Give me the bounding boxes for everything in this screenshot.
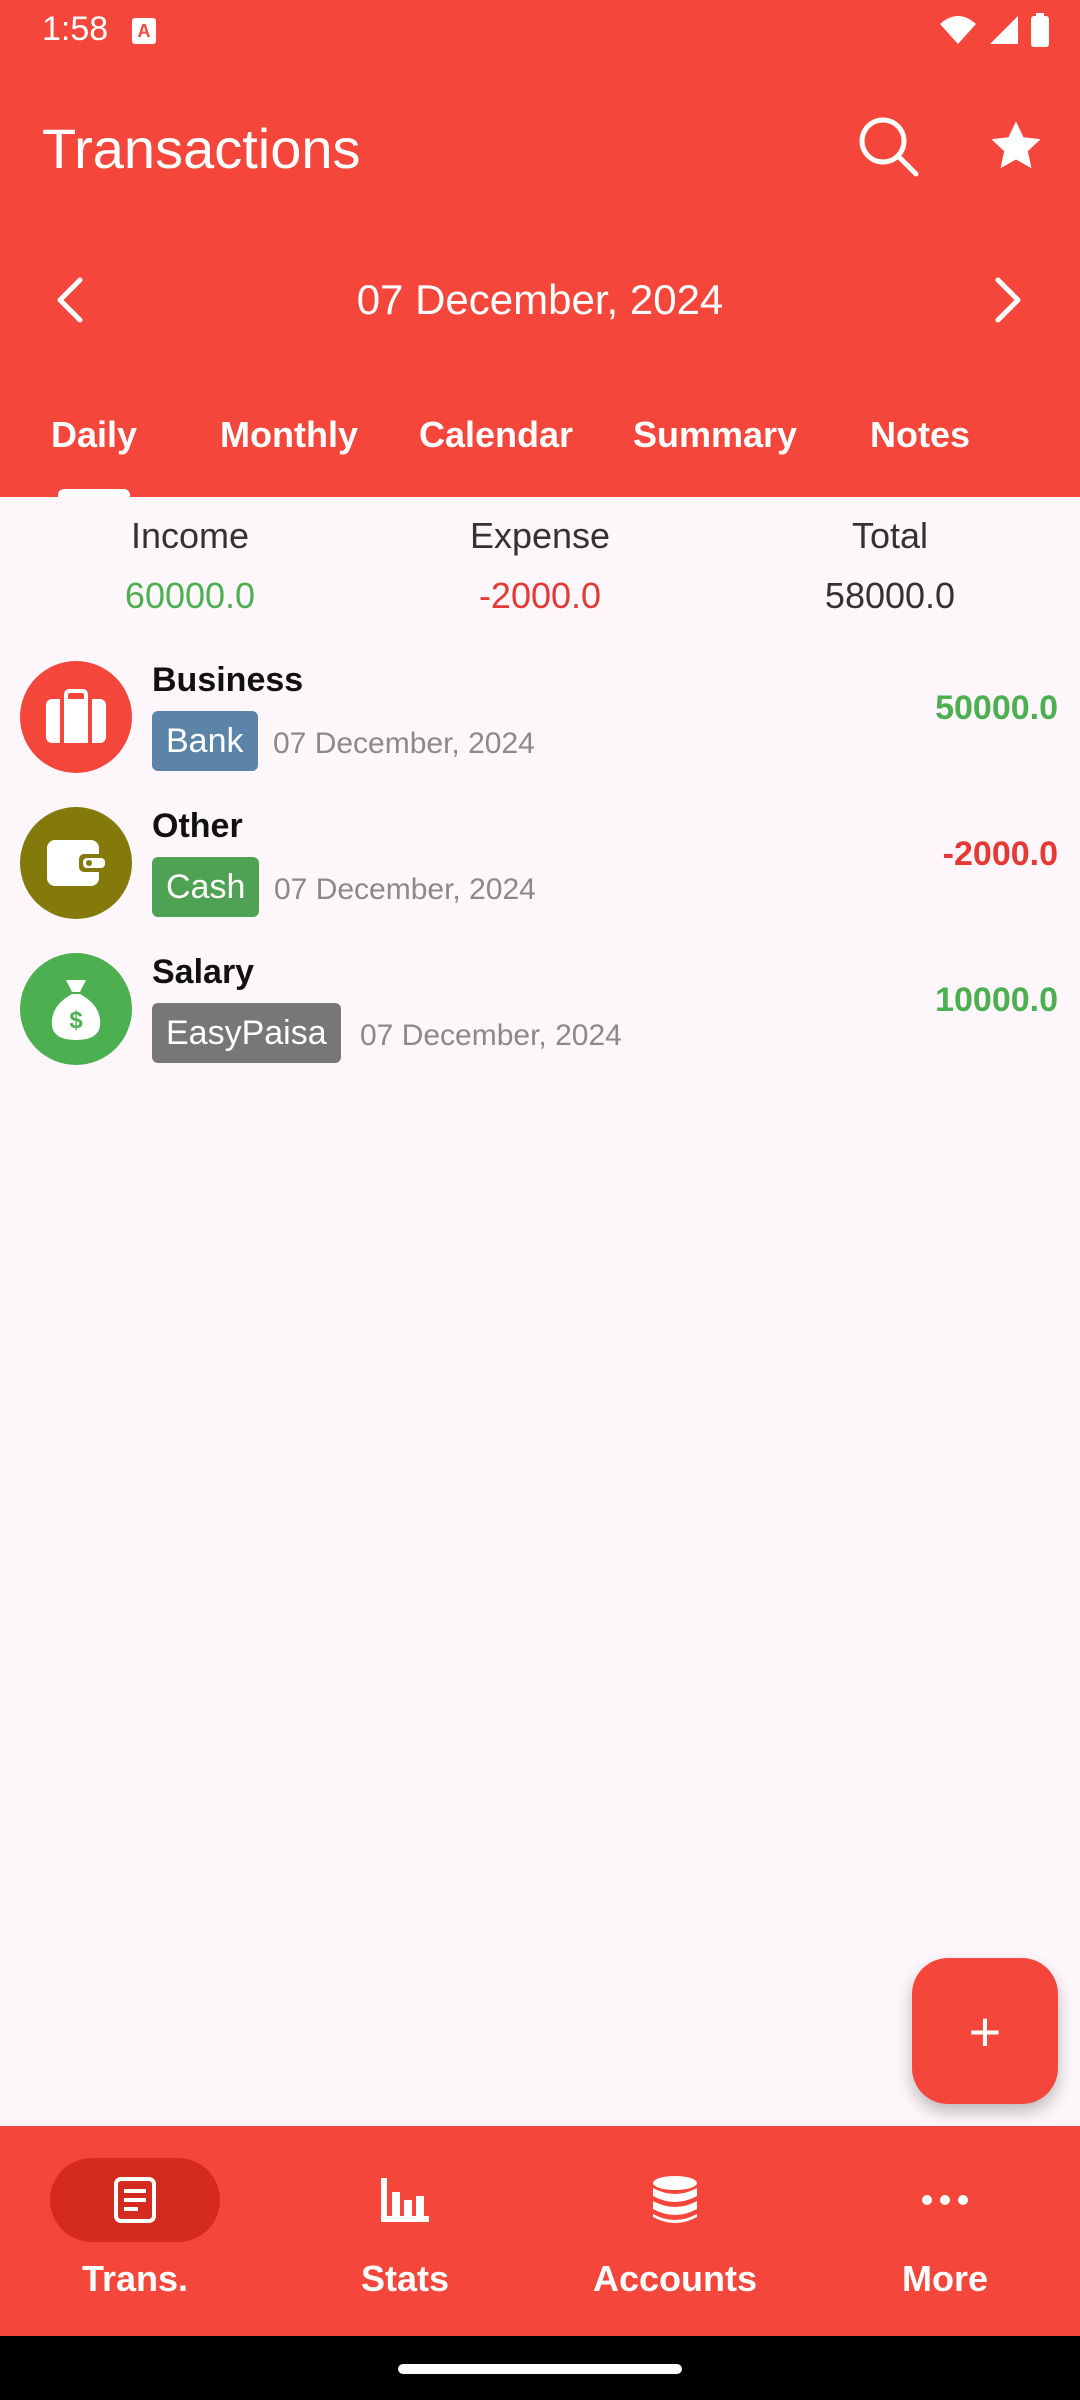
plus-icon: + [968,1999,1002,2063]
battery-icon [1031,13,1049,47]
chevron-right-icon [995,277,1021,323]
transaction-category: Salary [152,953,255,991]
transaction-amount: 50000.0 [935,689,1058,727]
account-chip: Bank [152,711,258,771]
chevron-left-icon [57,277,83,323]
tab-monthly[interactable]: Monthly [196,400,382,497]
svg-text:$: $ [69,1007,83,1034]
status-time: 1:58 [42,10,109,48]
daily-summary: Income 60000.0 Expense -2000.0 Total 580… [0,497,1080,637]
category-avatar [20,807,132,919]
transaction-date: 07 December, 2024 [360,1019,622,1052]
signal-icon [990,16,1018,44]
transaction-category: Business [152,661,304,699]
tab-indicator [58,489,130,497]
total-value: 58000.0 [824,575,956,616]
expense-label: Expense [469,515,611,556]
transaction-row[interactable]: $ Salary EasyPaisa 07 December, 2024 100… [0,937,1080,1083]
total-summary: Total 58000.0 [740,515,1040,617]
tab-label: Notes [869,414,971,455]
tab-label: Calendar [418,414,574,455]
star-icon [991,121,1041,169]
more-dots-icon [905,2162,985,2238]
expense-summary: Expense -2000.0 [390,515,690,617]
view-tabs: Daily Monthly Calendar Summary Notes [0,400,1080,497]
money-bag-icon: $ [51,980,101,1040]
account-chip: EasyPaisa [152,1003,341,1063]
category-avatar [20,661,132,773]
transaction-row[interactable]: Other Cash 07 December, 2024 -2000.0 [0,791,1080,937]
income-label: Income [130,515,250,556]
document-icon [95,2162,175,2238]
home-handle[interactable] [398,2364,682,2374]
tab-calendar[interactable]: Calendar [398,400,594,497]
transaction-amount: -2000.0 [942,835,1058,873]
wifi-icon [940,16,976,44]
search-icon [859,117,919,177]
nav-item-stats[interactable]: Stats [270,2126,540,2336]
nav-item-transactions[interactable]: Trans. [0,2126,270,2336]
status-bar: 1:58 A [0,0,1080,60]
nav-label: Stats [360,2258,450,2299]
nav-label: Accounts [592,2258,758,2299]
tab-label: Summary [632,414,798,455]
nav-item-accounts[interactable]: Accounts [540,2126,810,2336]
previous-date-button[interactable] [40,262,100,338]
notification-icon: A [132,18,156,44]
expense-value: -2000.0 [478,575,602,616]
wallet-icon [47,840,105,886]
nav-item-more[interactable]: More [810,2126,1080,2336]
database-icon [635,2162,715,2238]
nav-label: Trans. [81,2258,189,2299]
total-label: Total [851,515,929,556]
income-summary: Income 60000.0 [40,515,340,617]
app-bar: Transactions 07 December, 2024 Daily Mon… [0,60,1080,497]
tab-daily[interactable]: Daily [0,400,188,497]
next-date-button[interactable] [978,262,1038,338]
search-button[interactable] [852,110,924,182]
bottom-navigation: Trans. Stats Accounts More [0,2126,1080,2336]
tab-label: Monthly [220,414,358,455]
transaction-date: 07 December, 2024 [273,727,535,760]
page-title: Transactions [42,117,361,180]
briefcase-icon [46,689,106,743]
current-date[interactable]: 07 December, 2024 [140,276,940,324]
add-transaction-button[interactable]: + [912,1958,1058,2104]
nav-label: More [901,2258,988,2299]
account-chip: Cash [152,857,260,917]
category-avatar: $ [20,953,132,1065]
status-icons [938,12,1050,48]
system-gesture-bar [0,2336,1080,2400]
transaction-category: Other [152,807,243,845]
transaction-date: 07 December, 2024 [274,873,536,906]
bar-chart-icon [365,2162,445,2238]
income-value: 60000.0 [124,575,256,616]
transaction-amount: 10000.0 [935,981,1058,1019]
transaction-row[interactable]: Business Bank 07 December, 2024 50000.0 [0,645,1080,791]
tab-notes[interactable]: Notes [842,400,998,497]
favorite-button[interactable] [980,110,1052,182]
tab-label: Daily [50,414,138,455]
tab-summary[interactable]: Summary [612,400,818,497]
